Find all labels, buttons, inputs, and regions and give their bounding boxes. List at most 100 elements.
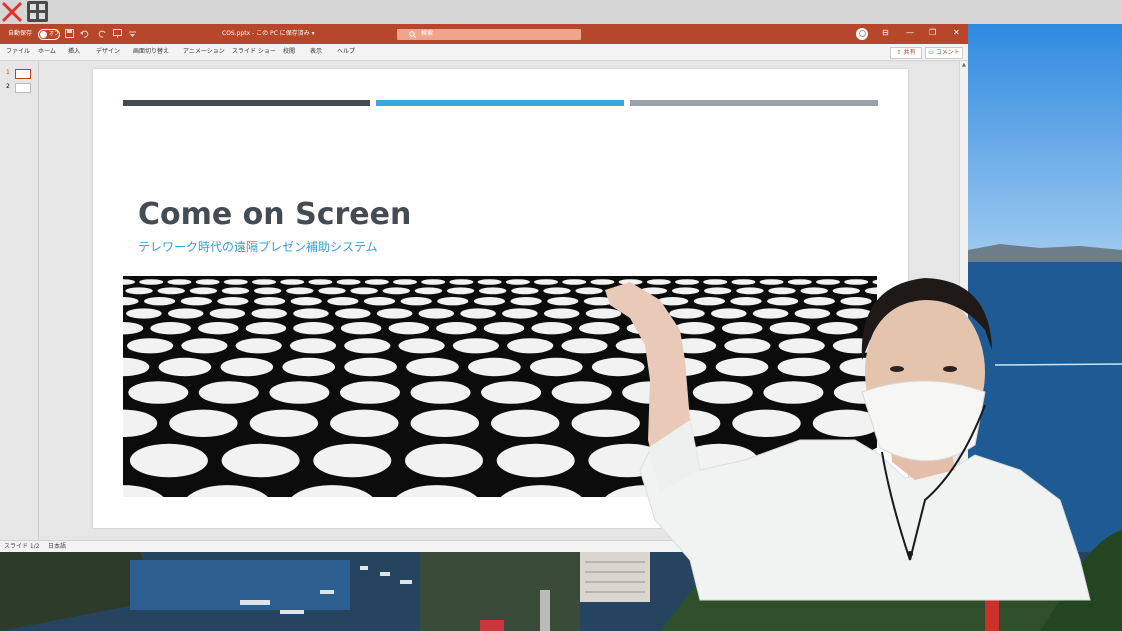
slide-indicator: スライド 1/2: [4, 543, 40, 550]
language-indicator[interactable]: 日本語: [48, 543, 66, 551]
slide-thumbnail-pane: 1 2: [0, 61, 39, 540]
disc-shape: [736, 287, 764, 295]
disc-shape: [468, 357, 521, 377]
slide-title: Come on Screen: [138, 197, 412, 232]
disc-shape: [479, 287, 507, 295]
disc-shape: [585, 308, 622, 319]
disc-shape: [622, 381, 683, 404]
disc-shape: [530, 357, 583, 377]
status-bar: スライド 1/2 日本語: [0, 540, 968, 552]
ribbon-display-button[interactable]: ⊟: [882, 28, 889, 38]
disc-shape: [340, 381, 400, 404]
disc-shape: [254, 297, 286, 306]
slide[interactable]: Come on Screen テレワーク時代の遠隔プレゼン補助システム: [93, 69, 908, 528]
customize-qat-icon[interactable]: [128, 29, 137, 38]
disc-shape: [198, 381, 259, 404]
accent-bar-blue: [376, 100, 624, 106]
disc-shape: [308, 279, 333, 285]
disc-shape: [547, 297, 579, 306]
comments-button[interactable]: ▭ コメント: [925, 47, 963, 59]
scroll-up-icon[interactable]: ▲: [962, 62, 966, 68]
tab-slideshow[interactable]: スライド ショー: [232, 48, 276, 56]
disc-shape: [844, 279, 869, 285]
disc-shape: [327, 297, 359, 306]
autosave-state: オフ: [49, 31, 60, 37]
tab-help[interactable]: ヘルプ: [337, 48, 355, 56]
disc-shape: [571, 409, 640, 437]
disc-shape: [704, 287, 732, 295]
disc-shape: [534, 279, 558, 285]
disc-shape: [473, 297, 506, 306]
restore-button[interactable]: ❐: [929, 28, 936, 38]
disc-shape: [510, 297, 542, 306]
disc-shape: [254, 287, 282, 295]
account-avatar[interactable]: [856, 28, 868, 40]
disc-shape: [674, 322, 715, 335]
undo-icon[interactable]: [80, 29, 89, 38]
disc-shape: [126, 308, 162, 319]
redo-icon[interactable]: [98, 29, 107, 38]
disc-shape: [335, 308, 371, 319]
disc-shape: [410, 381, 471, 404]
disc-shape: [675, 279, 699, 285]
share-icon: ⇪: [896, 49, 902, 56]
disc-shape: [125, 287, 153, 295]
disc-shape: [405, 443, 483, 478]
disc-shape: [249, 409, 319, 437]
disc-shape: [221, 287, 250, 295]
disc-shape: [836, 308, 872, 319]
disc-shape: [511, 287, 539, 295]
slide-thumbnail-1[interactable]: [15, 69, 31, 79]
disc-shape: [452, 338, 499, 354]
disc-shape: [680, 443, 759, 478]
tab-transitions[interactable]: 画面切り替え: [133, 48, 169, 56]
disc-shape: [721, 322, 763, 335]
disc-shape: [483, 322, 525, 335]
grid-layout-icon[interactable]: [27, 1, 48, 22]
disc-shape: [414, 287, 443, 295]
disc-shape: [583, 297, 615, 306]
tab-insert[interactable]: 挿入: [68, 48, 80, 56]
disc-shape: [157, 287, 185, 295]
tab-review[interactable]: 校閲: [283, 48, 295, 56]
disc-shape: [289, 338, 337, 354]
thumbnail-number: 1: [6, 69, 10, 76]
minimize-button[interactable]: —: [906, 28, 914, 38]
tab-view[interactable]: 表示: [310, 48, 322, 56]
disc-shape: [128, 381, 189, 404]
disc-shape: [481, 381, 542, 404]
tab-file[interactable]: ファイル: [6, 48, 30, 56]
disc-shape: [436, 322, 477, 335]
disc-shape: [340, 322, 382, 335]
disc-shape: [671, 287, 700, 295]
disc-shape: [588, 443, 667, 478]
disc-shape: [406, 357, 459, 377]
disc-shape: [620, 297, 652, 306]
disc-shape: [400, 297, 432, 306]
autosave-toggle[interactable]: オフ: [38, 29, 60, 40]
disc-shape: [446, 287, 475, 295]
tab-design[interactable]: デザイン: [96, 48, 120, 56]
save-icon[interactable]: [65, 29, 74, 38]
slide-thumbnail-2[interactable]: [15, 83, 31, 93]
close-button[interactable]: ✕: [953, 28, 960, 38]
disc-shape: [344, 338, 391, 354]
disc-shape: [832, 338, 877, 354]
disc-shape: [290, 297, 322, 306]
search-input[interactable]: 検索: [397, 29, 581, 40]
disc-shape: [715, 357, 769, 377]
present-icon[interactable]: [113, 29, 122, 38]
autosave-label: 自動保存: [8, 30, 33, 37]
tab-animations[interactable]: アニメーション: [183, 48, 225, 56]
disc-shape: [730, 297, 762, 306]
disc-shape: [220, 357, 274, 377]
close-icon[interactable]: [1, 1, 23, 23]
disc-shape: [139, 279, 164, 285]
share-button[interactable]: ⇪ 共有: [890, 47, 922, 59]
disc-shape: [562, 279, 587, 285]
disc-shape: [693, 297, 726, 306]
disc-shape: [293, 308, 329, 319]
document-title[interactable]: COS.pptx - この PC に保存済み ▾: [222, 30, 315, 38]
vertical-scrollbar[interactable]: ▲: [959, 61, 968, 540]
tab-home[interactable]: ホーム: [38, 48, 56, 56]
